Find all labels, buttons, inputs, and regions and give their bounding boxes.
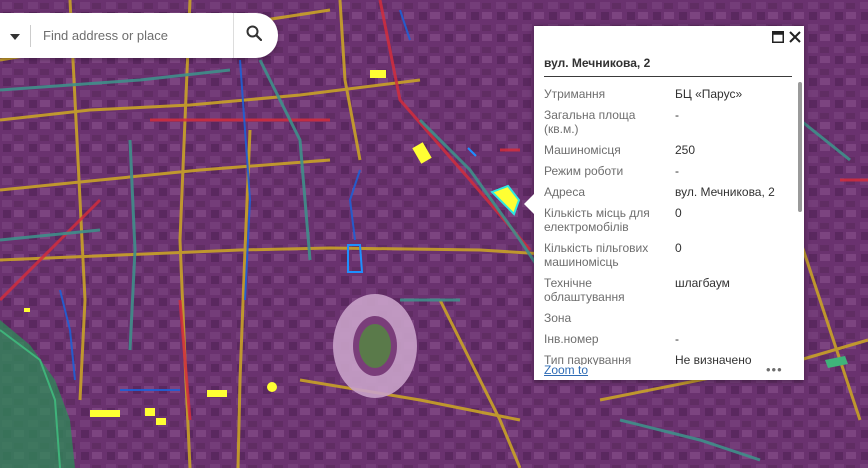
search-button[interactable] xyxy=(233,13,274,58)
attribute-label: Утримання xyxy=(544,87,606,101)
feature-popup: вул. Мечникова, 2 Утримання БЦ «Парус» За… xyxy=(524,26,804,380)
attribute-value: шлагбаум xyxy=(675,276,730,290)
attribute-row: Загальна площа (кв.м.) - xyxy=(544,104,792,139)
popup-scrollbar[interactable] xyxy=(798,82,802,378)
popup-header xyxy=(534,26,804,48)
attribute-label: Загальна площа (кв.м.) xyxy=(544,108,636,136)
search-icon xyxy=(246,25,263,46)
more-icon[interactable]: ••• xyxy=(766,362,783,377)
maximize-icon[interactable] xyxy=(770,29,786,45)
attribute-label: Режим роботи xyxy=(544,164,624,178)
attribute-row: Зона xyxy=(544,307,792,328)
attribute-row: Кількість пільгових машиномісць 0 xyxy=(544,237,792,272)
attribute-row: Технічне облаштування шлагбаум xyxy=(544,272,792,307)
attribute-label: Зона xyxy=(544,311,572,325)
attribute-value: 0 xyxy=(675,206,682,220)
attribute-label: Технічне облаштування xyxy=(544,276,625,304)
scrollbar-thumb[interactable] xyxy=(798,82,802,212)
chevron-down-icon xyxy=(10,27,20,45)
attribute-row: Режим роботи - xyxy=(544,160,792,181)
search-widget xyxy=(0,13,278,58)
close-icon[interactable] xyxy=(787,29,803,45)
attribute-value xyxy=(675,311,792,325)
attribute-value: - xyxy=(675,332,679,346)
attribute-row: Машиномісця 250 xyxy=(544,139,792,160)
stadium xyxy=(333,294,417,398)
attribute-value: - xyxy=(675,108,679,122)
attribute-row: Адреса вул. Мечникова, 2 xyxy=(544,181,792,202)
search-input[interactable] xyxy=(31,15,233,56)
attribute-value: вул. Мечникова, 2 xyxy=(675,185,775,199)
popup-divider xyxy=(544,76,792,77)
attribute-value: БЦ «Парус» xyxy=(675,87,743,101)
popup-pointer xyxy=(524,194,534,214)
attribute-value: 250 xyxy=(675,143,696,157)
attribute-label: Машиномісця xyxy=(544,143,621,157)
attribute-value: 0 xyxy=(675,241,682,255)
attribute-label: Адреса xyxy=(544,185,586,199)
attribute-row: Інв.номер - xyxy=(544,328,792,349)
popup-title: вул. Мечникова, 2 xyxy=(544,56,651,70)
attribute-value: - xyxy=(675,164,679,178)
zoom-to-link[interactable]: Zoom to xyxy=(544,363,588,377)
attribute-label: Кількість місць для електромобілів xyxy=(544,206,650,234)
attribute-row: Кількість місць для електромобілів 0 xyxy=(544,202,792,237)
attribute-row: Утримання БЦ «Парус» xyxy=(544,83,792,104)
attribute-label: Кількість пільгових машиномісць xyxy=(544,241,649,269)
attribute-label: Інв.номер xyxy=(544,332,599,346)
search-source-dropdown[interactable] xyxy=(0,13,30,58)
popup-attributes: Утримання БЦ «Парус» Загальна площа (кв.м… xyxy=(544,83,792,365)
